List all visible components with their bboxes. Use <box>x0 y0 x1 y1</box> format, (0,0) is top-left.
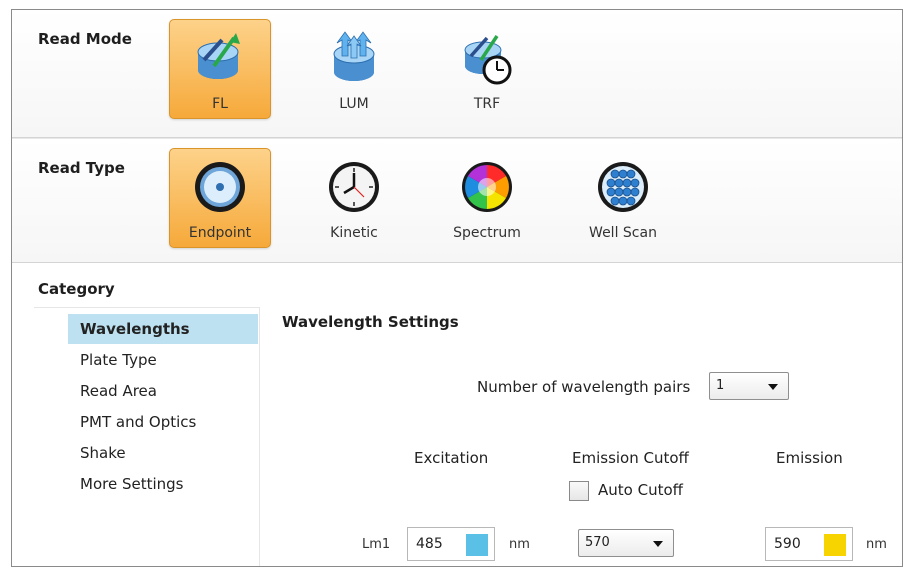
lm1-label: Lm1 <box>362 537 391 552</box>
fl-plate-icon <box>197 33 240 79</box>
read-mode-trf-label: TRF <box>473 96 501 112</box>
settings-panel: Read Mode FL LUM TRF Read Type Endpoint … <box>11 9 903 567</box>
emission-unit: nm <box>866 537 887 552</box>
emission-color-swatch <box>824 534 846 556</box>
wavelength-settings-title: Wavelength Settings <box>282 313 459 331</box>
read-type-kinetic-label: Kinetic <box>330 225 378 241</box>
excitation-input[interactable]: 485 <box>407 527 495 561</box>
chevron-down-icon <box>768 384 778 390</box>
read-mode-fl-label: FL <box>212 96 228 112</box>
trf-plate-clock-icon <box>464 35 512 85</box>
excitation-color-swatch <box>466 534 488 556</box>
read-type-endpoint-label: Endpoint <box>188 225 252 241</box>
read-mode-label: Read Mode <box>38 30 132 48</box>
category-item-pmt-and-optics[interactable]: PMT and Optics <box>68 407 258 437</box>
read-type-kinetic-button[interactable]: Kinetic <box>303 148 405 248</box>
read-type-section: Read Type Endpoint Kinetic Spectrum Well… <box>12 138 902 263</box>
category-item-wavelengths[interactable]: Wavelengths <box>68 314 258 344</box>
emission-header: Emission <box>776 449 843 467</box>
category-list: Wavelengths Plate Type Read Area PMT and… <box>34 307 260 566</box>
auto-cutoff-label: Auto Cutoff <box>598 481 683 499</box>
color-wheel-icon <box>462 162 512 212</box>
emission-cutoff-select[interactable]: 570 <box>578 529 674 557</box>
lum-plate-icon <box>333 31 375 81</box>
category-title: Category <box>38 280 115 298</box>
read-type-spectrum-label: Spectrum <box>453 225 521 241</box>
wavelength-pairs-value: 1 <box>716 378 725 393</box>
read-mode-section: Read Mode FL LUM TRF <box>12 10 902 138</box>
category-section: Category Wavelengths Plate Type Read Are… <box>12 263 902 566</box>
read-mode-lum-label: LUM <box>339 96 369 112</box>
excitation-value: 485 <box>416 536 443 552</box>
read-type-well-scan-button[interactable]: Well Scan <box>572 148 674 248</box>
excitation-unit: nm <box>509 537 530 552</box>
auto-cutoff-checkbox[interactable] <box>569 481 589 501</box>
excitation-header: Excitation <box>414 449 489 467</box>
read-mode-lum-button[interactable]: LUM <box>303 19 405 119</box>
read-mode-fl-button[interactable]: FL <box>169 19 271 119</box>
emission-cutoff-header: Emission Cutoff <box>572 449 689 467</box>
category-item-plate-type[interactable]: Plate Type <box>68 345 258 375</box>
category-item-shake[interactable]: Shake <box>68 438 258 468</box>
read-type-well-scan-label: Well Scan <box>589 225 657 241</box>
emission-value: 590 <box>774 536 801 552</box>
read-mode-trf-button[interactable]: TRF <box>436 19 538 119</box>
wavelength-pairs-label: Number of wavelength pairs <box>477 378 691 396</box>
category-item-more-settings[interactable]: More Settings <box>68 469 258 499</box>
clock-icon <box>329 162 379 212</box>
chevron-down-icon <box>653 541 663 547</box>
endpoint-well-icon <box>195 162 245 212</box>
emission-cutoff-value: 570 <box>585 535 610 550</box>
read-type-spectrum-button[interactable]: Spectrum <box>436 148 538 248</box>
read-type-endpoint-button[interactable]: Endpoint <box>169 148 271 248</box>
read-type-label: Read Type <box>38 159 125 177</box>
emission-input[interactable]: 590 <box>765 527 853 561</box>
wavelength-pairs-select[interactable]: 1 <box>709 372 789 400</box>
category-item-read-area[interactable]: Read Area <box>68 376 258 406</box>
well-grid-icon <box>598 162 648 212</box>
